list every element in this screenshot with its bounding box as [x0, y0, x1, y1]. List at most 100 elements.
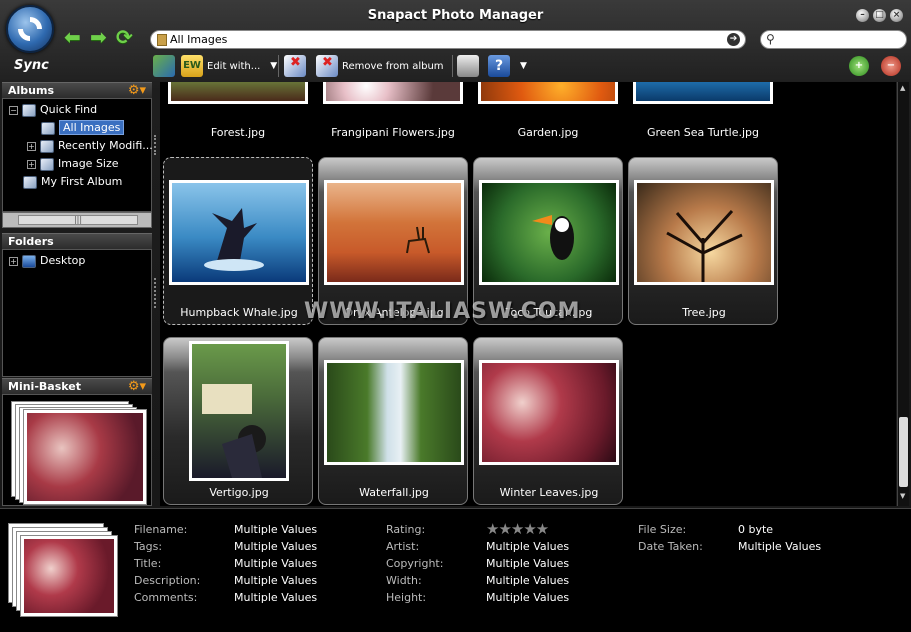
forest-image [168, 82, 308, 104]
photo-filename: Winter Leaves.jpg [499, 486, 599, 499]
photo-filename: Green Sea Turtle.jpg [647, 126, 759, 139]
frangipani-image [323, 82, 463, 104]
scrollbar-thumb[interactable] [899, 417, 908, 487]
photo-filename: Frangipani Flowers.jpg [331, 126, 455, 139]
folders-header: Folders [2, 233, 152, 249]
scroll-up-arrow-icon[interactable]: ▲ [900, 84, 905, 92]
scrollbar-thumb[interactable]: ||| [18, 215, 138, 225]
maximize-button[interactable]: □ [873, 9, 886, 22]
album-icon [23, 175, 37, 189]
photo-grid-scrollbar[interactable]: ▲ ▼ [897, 82, 909, 506]
remove-from-album-button[interactable]: ✖ Remove from album [316, 54, 444, 78]
tree-item-image-size[interactable]: + Image Size [27, 155, 119, 172]
gear-icon[interactable]: ⚙▾ [128, 83, 146, 98]
rating-stars-icon[interactable]: ★★★★★ [486, 520, 549, 538]
sync-label[interactable]: Sync [14, 58, 49, 73]
tree-item-quick-find[interactable]: − Quick Find [9, 101, 97, 118]
photo-thumbnail[interactable]: Humpback Whale.jpg [163, 157, 313, 325]
import-button[interactable] [153, 54, 175, 78]
toolbar-divider [452, 55, 453, 77]
address-bar[interactable]: All Images ➔ [150, 30, 746, 49]
zoom-out-button[interactable]: − [881, 54, 901, 78]
property-value: Multiple Values [234, 523, 318, 536]
splitter-grip-icon[interactable] [154, 278, 157, 308]
go-button[interactable]: ➔ [727, 33, 740, 46]
properties-panel: Filename: Multiple Values Tags: Multiple Va… [0, 508, 911, 632]
splitter-grip-icon[interactable] [154, 135, 157, 155]
folders-tree: + Desktop [2, 249, 152, 377]
address-path: All Images [170, 33, 228, 46]
photo-filename: Humpback Whale.jpg [180, 306, 298, 319]
delete-button[interactable]: ✖ [284, 54, 306, 78]
tree-item-my-first-album[interactable]: My First Album [23, 173, 122, 190]
property-value: 0 byte [738, 523, 774, 536]
albums-horizontal-scrollbar[interactable]: ||| [2, 212, 152, 228]
photo-thumbnail[interactable]: Winter Leaves.jpg [473, 337, 623, 505]
photo-thumbnail[interactable]: Vertigo.jpg [163, 337, 313, 505]
expand-icon[interactable]: + [27, 141, 36, 151]
property-label: Rating: [386, 523, 426, 536]
property-value: Multiple Values [234, 591, 318, 604]
folder-icon [157, 34, 167, 46]
edit-with-button[interactable]: EW Edit with... ▼ [181, 54, 277, 78]
tree-item-label: Desktop [40, 254, 86, 267]
forward-arrow-icon[interactable]: ➡ [90, 27, 112, 48]
basket-thumbnail [23, 409, 147, 505]
mini-basket-area[interactable] [2, 394, 152, 506]
photo-thumbnail[interactable]: Tree.jpg [628, 157, 778, 325]
toolbar-divider [278, 55, 279, 77]
search-input[interactable]: ⚲ [760, 30, 907, 49]
photo-thumbnail[interactable]: Waterfall.jpg [318, 337, 468, 505]
refresh-icon[interactable]: ⟳ [116, 27, 138, 48]
window-title: Snapact Photo Manager [367, 8, 544, 23]
property-value: Multiple Values [486, 540, 570, 553]
back-arrow-icon[interactable]: ⬅ [64, 27, 86, 48]
gear-icon[interactable]: ⚙▾ [128, 379, 146, 394]
watermark: WWW.ITALIASW.COM [304, 299, 581, 324]
close-button[interactable]: × [890, 9, 903, 22]
photo-filename: Forest.jpg [210, 126, 266, 139]
tree-item-recently-modified[interactable]: + Recently Modifi... [27, 137, 153, 154]
mini-basket-header: Mini-Basket ⚙▾ [2, 378, 152, 394]
chevron-down-icon[interactable]: ▼ [520, 61, 527, 71]
property-label: Height: [386, 591, 427, 604]
photo-filename: Garden.jpg [517, 126, 579, 139]
photo-grid: Forest.jpg Frangipani Flowers.jpg Garden… [160, 82, 896, 506]
print-button[interactable] [457, 54, 479, 78]
help-button[interactable]: ? ▼ [488, 54, 527, 78]
tree-item-label: Image Size [58, 157, 119, 170]
humpback-whale-image [169, 180, 309, 285]
property-label: Description: [134, 574, 201, 587]
property-value: Multiple Values [234, 574, 318, 587]
property-value: Multiple Values [486, 557, 570, 570]
minimize-button[interactable]: – [856, 9, 869, 22]
winter-leaves-image [24, 539, 114, 613]
property-label: Title: [134, 557, 162, 570]
album-icon [22, 103, 36, 117]
tree-item-all-images[interactable]: All Images [41, 119, 125, 136]
edit-with-label: Edit with... [207, 60, 261, 72]
app-window: Snapact Photo Manager – □ × Sync ⬅ ➡ ⟳ A… [0, 0, 911, 632]
folders-title: Folders [8, 235, 54, 248]
photo-filename: Vertigo.jpg [209, 486, 269, 499]
tree-item-desktop[interactable]: + Desktop [9, 252, 85, 269]
collapse-icon[interactable]: − [9, 105, 18, 115]
property-value: Multiple Values [234, 557, 318, 570]
photo-filename: Tree.jpg [682, 306, 726, 319]
winter-leaves-image [27, 413, 143, 501]
expand-icon[interactable]: + [9, 256, 18, 266]
waterfall-image [324, 360, 464, 465]
tree-item-label: All Images [59, 120, 125, 135]
vertigo-poster-image [189, 341, 289, 481]
printer-icon [457, 55, 479, 77]
import-photo-icon [153, 55, 175, 77]
zoom-in-button[interactable]: + [849, 54, 869, 78]
chevron-down-icon[interactable]: ▼ [270, 61, 277, 71]
property-label: Comments: [134, 591, 198, 604]
albums-title: Albums [8, 84, 54, 97]
album-icon [41, 121, 55, 135]
expand-icon[interactable]: + [27, 159, 36, 169]
delete-icon: ✖ [284, 55, 306, 77]
property-label: Tags: [134, 540, 163, 553]
scroll-down-arrow-icon[interactable]: ▼ [900, 492, 905, 500]
